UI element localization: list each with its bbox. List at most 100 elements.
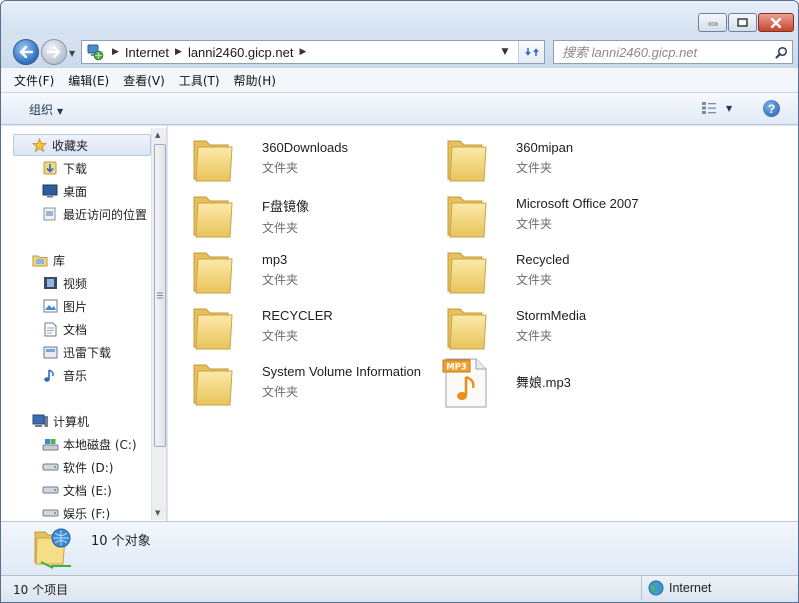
address-bar[interactable]: ▶ Internet ▶ lanni2460.gicp.net ▶ ▼	[81, 40, 545, 64]
list-item[interactable]: Recycled 文件夹	[442, 245, 682, 301]
nav-item-drive-e[interactable]: 文档 (E:)	[41, 480, 112, 500]
breadcrumb-separator-icon[interactable]: ▶	[112, 47, 119, 57]
menu-file[interactable]: 文件(F)	[14, 72, 54, 89]
folder-icon	[447, 140, 487, 182]
globe-icon	[648, 580, 664, 596]
scroll-up-icon[interactable]: ▲	[155, 131, 160, 139]
nav-item-xunlei-downloads[interactable]: 迅雷下载	[41, 342, 111, 362]
item-count: 10 个项目	[13, 583, 69, 597]
drive-icon	[41, 505, 59, 521]
breadcrumb-host[interactable]: lanni2460.gicp.net	[188, 45, 294, 60]
list-item[interactable]: MP3 舞娘.mp3	[442, 357, 682, 413]
close-icon	[770, 17, 782, 28]
nav-item-downloads[interactable]: 下载	[41, 158, 87, 178]
navigation-scrollbar[interactable]: ▲ ▼	[151, 128, 166, 520]
file-type: 文件夹	[262, 221, 299, 235]
list-item[interactable]: mp3 文件夹	[188, 245, 428, 301]
list-item[interactable]: 360Downloads 文件夹	[188, 133, 428, 189]
file-name: System Volume Information	[262, 364, 421, 379]
folder-icon	[193, 196, 233, 238]
breadcrumb-separator-icon[interactable]: ▶	[175, 47, 182, 57]
nav-item-pictures[interactable]: 图片	[41, 296, 87, 316]
nav-computer-header[interactable]: 计算机	[31, 411, 89, 431]
scrollbar-thumb[interactable]	[154, 144, 166, 447]
forward-button[interactable]	[41, 39, 67, 65]
network-share-icon	[34, 528, 71, 569]
recent-places-icon	[41, 206, 59, 222]
organize-button[interactable]: 组织 ▼	[29, 101, 63, 118]
menu-help[interactable]: 帮助(H)	[234, 72, 276, 89]
nav-label: 迅雷下载	[63, 345, 112, 360]
search-icon[interactable]	[770, 46, 792, 59]
nav-item-music[interactable]: 音乐	[41, 365, 87, 385]
menu-edit[interactable]: 编辑(E)	[68, 72, 109, 89]
change-view-button[interactable]: ▼	[701, 101, 732, 115]
nav-label: 娱乐 (F:)	[63, 506, 111, 521]
breadcrumb-internet[interactable]: Internet	[125, 45, 169, 60]
download-library-icon	[41, 344, 59, 360]
list-item[interactable]: System Volume Information 文件夹	[188, 357, 428, 413]
nav-item-drive-d[interactable]: 软件 (D:)	[41, 457, 113, 477]
nav-item-drive-c[interactable]: 本地磁盘 (C:)	[41, 434, 137, 454]
list-item[interactable]: 360mipan 文件夹	[442, 133, 682, 189]
minimize-button[interactable]	[698, 13, 727, 32]
back-button[interactable]	[13, 39, 39, 65]
nav-item-videos[interactable]: 视频	[41, 273, 87, 293]
file-name: RECYCLER	[262, 308, 333, 323]
star-icon	[30, 137, 48, 153]
recent-pages-dropdown[interactable]: ▼	[69, 49, 77, 58]
file-list: 360Downloads 文件夹 360mipan 文件夹 F盘镜像 文件夹 Micr…	[168, 126, 798, 521]
file-type: 文件夹	[516, 161, 553, 175]
command-bar: 组织 ▼ ▼ ?	[1, 93, 798, 125]
minimize-icon	[708, 22, 717, 25]
close-button[interactable]	[758, 13, 794, 32]
breadcrumb-separator-icon[interactable]: ▶	[299, 47, 306, 57]
menu-bar: 文件(F) 编辑(E) 查看(V) 工具(T) 帮助(H)	[1, 67, 798, 93]
menu-view[interactable]: 查看(V)	[123, 72, 165, 89]
music-note-icon	[41, 367, 59, 383]
scroll-down-icon[interactable]: ▼	[155, 509, 160, 517]
help-button[interactable]: ?	[763, 100, 780, 117]
nav-favorites-header[interactable]: 收藏夹	[13, 134, 151, 156]
file-type: 文件夹	[516, 217, 553, 231]
list-item[interactable]: Microsoft Office 2007 文件夹	[442, 189, 682, 245]
nav-label: 视频	[63, 276, 88, 291]
title-bar[interactable]	[1, 1, 798, 35]
maximize-button[interactable]	[728, 13, 757, 32]
zone-label: Internet	[669, 581, 712, 595]
search-box[interactable]	[553, 40, 793, 64]
nav-item-recent-places[interactable]: 最近访问的位置	[41, 204, 147, 224]
folder-icon	[447, 308, 487, 350]
file-type: 文件夹	[516, 329, 553, 343]
folder-icon	[193, 308, 233, 350]
file-type: 文件夹	[262, 273, 299, 287]
address-history-dropdown[interactable]: ▼	[498, 44, 512, 60]
navigation-row: ▼ ▶ Internet ▶ lanni2460.gicp.net ▶ ▼	[1, 35, 798, 67]
menu-tools[interactable]: 工具(T)	[179, 72, 220, 89]
navigation-pane: 收藏夹 下载 桌面 最近访问的位置 库 视频 图片 文档 迅雷下载 音乐 计算机…	[1, 126, 167, 521]
list-item[interactable]: StormMedia 文件夹	[442, 301, 682, 357]
nav-label: 收藏夹	[52, 138, 89, 153]
chevron-down-icon: ▼	[57, 107, 64, 116]
desktop-icon	[41, 183, 59, 199]
file-name: StormMedia	[516, 308, 587, 323]
list-item[interactable]: F盘镜像 文件夹	[188, 189, 428, 245]
search-input[interactable]	[554, 44, 770, 60]
file-type: 文件夹	[262, 385, 299, 399]
nav-libraries-header[interactable]: 库	[31, 250, 65, 270]
file-name: mp3	[262, 252, 288, 267]
refresh-button[interactable]	[518, 41, 544, 63]
refresh-icon	[524, 48, 539, 56]
nav-item-desktop[interactable]: 桌面	[41, 181, 87, 201]
nav-label: 最近访问的位置	[63, 207, 148, 222]
chevron-down-icon: ▼	[726, 103, 733, 113]
folder-icon	[193, 252, 233, 294]
nav-item-documents[interactable]: 文档	[41, 319, 87, 339]
nav-item-drive-f[interactable]: 娱乐 (F:)	[41, 503, 110, 521]
video-library-icon	[41, 275, 59, 291]
help-icon: ?	[767, 101, 776, 116]
nav-label: 本地磁盘 (C:)	[63, 437, 137, 452]
system-drive-icon	[41, 436, 59, 452]
list-item[interactable]: RECYCLER 文件夹	[188, 301, 428, 357]
selection-summary: 10 个对象	[91, 534, 151, 549]
